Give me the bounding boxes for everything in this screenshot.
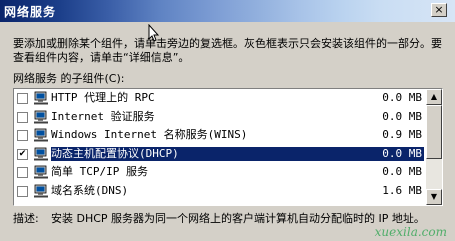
scroll-up-arrow-icon[interactable]: ▲ <box>426 89 442 105</box>
checkbox[interactable] <box>17 111 28 123</box>
checkbox[interactable] <box>17 167 28 178</box>
network-computer-icon <box>34 147 48 160</box>
component-name: 简单 TCP/IP 服务 <box>51 165 148 178</box>
description-text: 安装 DHCP 服务器为同一个网络上的客户端计算机自动分配临时的 IP 地址。 <box>51 212 425 225</box>
component-size: 0.0 MB <box>382 91 422 104</box>
component-size: 0.0 MB <box>382 109 422 123</box>
network-computer-icon <box>34 128 48 142</box>
watermark: xuexila.com <box>374 225 447 239</box>
subcomponents-label: 网络服务 的子组件(C): <box>13 72 125 85</box>
network-computer-icon <box>34 110 48 123</box>
component-size: 1.6 MB <box>382 183 422 197</box>
network-computer-icon <box>34 184 48 197</box>
component-size: 0.0 MB <box>382 165 422 178</box>
component-size: 0.9 MB <box>382 128 422 141</box>
component-name: Windows Internet 名称服务(WINS) <box>51 128 248 141</box>
network-computer-icon <box>34 91 48 105</box>
scroll-down-arrow-icon[interactable]: ▼ <box>426 189 442 205</box>
component-name: 域名系统(DNS) <box>51 183 129 197</box>
component-name: 动态主机配置协议(DHCP) <box>51 146 384 161</box>
scrollbar-thumb[interactable] <box>426 105 442 159</box>
vertical-scrollbar[interactable]: ▲ ▼ <box>426 89 442 205</box>
list-item[interactable]: 域名系统(DNS) 1.6 MB <box>14 182 442 201</box>
list-item[interactable]: HTTP 代理上的 RPC 0.0 MB <box>14 89 442 108</box>
list-item[interactable]: Windows Internet 名称服务(WINS) 0.9 MB <box>14 126 442 145</box>
checkbox-checked[interactable]: ✔ <box>17 148 28 160</box>
list-item[interactable]: 简单 TCP/IP 服务 0.0 MB <box>14 163 442 182</box>
list-item[interactable]: Internet 验证服务 0.0 MB <box>14 108 442 127</box>
window-title: 网络服务 <box>4 5 57 19</box>
checkbox[interactable] <box>17 185 28 197</box>
component-name: HTTP 代理上的 RPC <box>51 91 155 104</box>
checkbox[interactable] <box>17 130 28 141</box>
title-bar: 网络服务 × <box>0 0 455 22</box>
components-list[interactable]: HTTP 代理上的 RPC 0.0 MB Internet 验证服务 0.0 M… <box>13 88 443 206</box>
component-name: Internet 验证服务 <box>51 109 155 123</box>
network-computer-icon <box>34 165 48 179</box>
instructions-text: 要添加或删除某个组件，请单击旁边的复选框。灰色框表示只会安装该组件的一部分。要查… <box>13 37 442 64</box>
checkbox[interactable] <box>17 93 28 104</box>
close-button[interactable]: × <box>431 3 447 17</box>
component-size: 0.0 MB <box>382 146 424 161</box>
list-item-selected[interactable]: ✔ 动态主机配置协议(DHCP) 0.0 MB <box>14 145 442 164</box>
description-label: 描述: <box>13 212 39 225</box>
